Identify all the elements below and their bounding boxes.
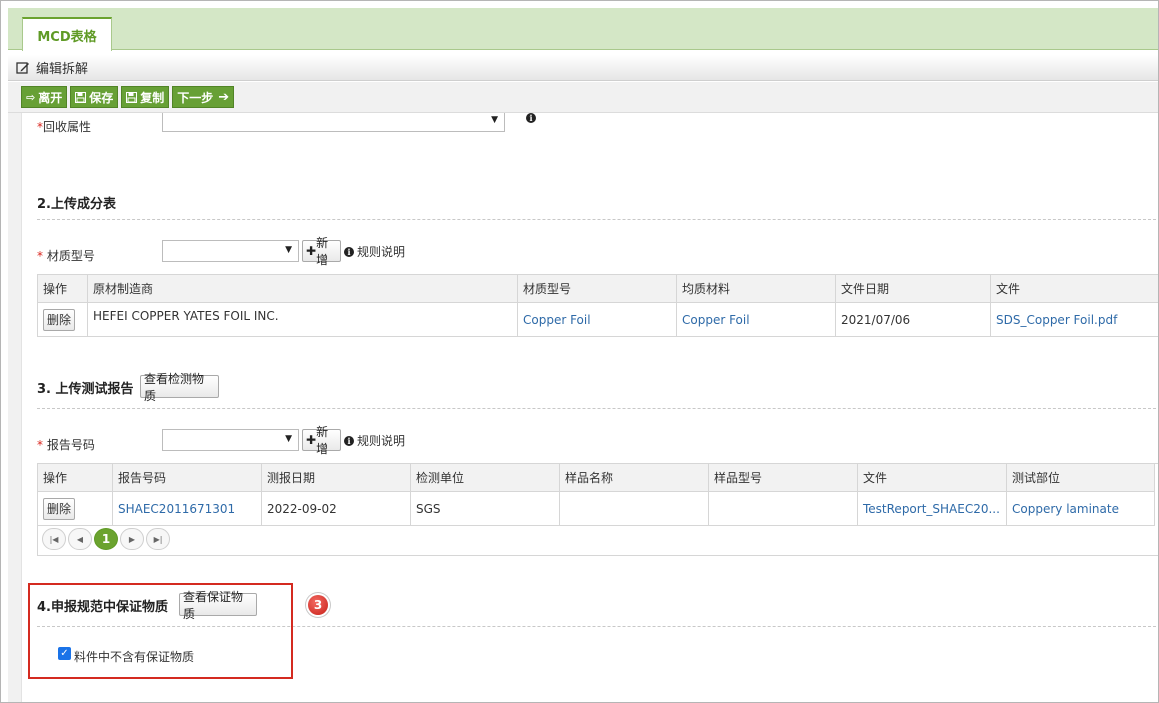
form-content: *回收属性 ▼ i 2.上传成分表 * 材质型号 ▼ ✚ 新增 i 规则说明 操作 <box>21 113 1158 702</box>
col-header: 检测单位 <box>410 463 560 492</box>
leave-button[interactable]: ⇨ 离开 <box>21 86 68 108</box>
report-number-select[interactable]: ▼ <box>162 429 299 451</box>
col-header: 材质型号 <box>517 274 677 303</box>
material-model-link[interactable]: Copper Foil <box>517 302 677 337</box>
recycle-attr-label: *回收属性 <box>37 118 91 135</box>
col-header: 测试部位 <box>1006 463 1155 492</box>
required-mark: * <box>37 249 43 263</box>
toolbar: ⇨ 离开 保存 复制 下一步 ➔ <box>8 82 1158 113</box>
rule-description-link[interactable]: i 规则说明 <box>344 432 405 449</box>
material-model-text: 材质型号 <box>46 249 95 263</box>
plus-icon: ✚ <box>306 244 317 258</box>
arrow-right-icon: ➔ <box>218 89 230 105</box>
col-header: 操作 <box>37 463 113 492</box>
table-header-row: 操作 报告号码 测报日期 检测单位 样品名称 样品型号 文件 测试部位 <box>37 463 1155 492</box>
sign-out-icon: ⇨ <box>26 90 36 104</box>
test-part-link[interactable]: Coppery laminate <box>1006 491 1155 526</box>
section-3-title: 3. 上传测试报告 <box>37 382 134 397</box>
delete-button[interactable]: 删除 <box>43 308 76 331</box>
col-header: 操作 <box>37 274 88 303</box>
test-report-table: 操作 报告号码 测报日期 检测单位 样品名称 样品型号 文件 测试部位 删除 S… <box>37 463 1155 526</box>
sample-model-cell <box>708 491 858 526</box>
next-label: 下一步 <box>177 90 214 105</box>
report-number-label: * 报告号码 <box>37 436 95 453</box>
rule-description-text: 规则说明 <box>357 434 406 448</box>
homogeneous-material-link[interactable]: Copper Foil <box>676 302 836 337</box>
page-number-current[interactable]: 1 <box>94 528 118 550</box>
plus-icon: ✚ <box>306 433 317 447</box>
manufacturer-cell: HEFEI COPPER YATES FOIL INC. <box>87 302 518 337</box>
col-header: 样品名称 <box>559 463 709 492</box>
floppy-icon <box>75 91 87 103</box>
section-divider <box>37 219 1158 220</box>
first-page-icon[interactable]: |◀ <box>42 528 66 550</box>
report-file-link[interactable]: TestReport_SHAEC20... <box>857 491 1007 526</box>
save-button[interactable]: 保存 <box>70 86 119 108</box>
col-header: 文件 <box>857 463 1007 492</box>
tab-bar: MCD表格 <box>8 8 1158 51</box>
add-material-button[interactable]: ✚ 新增 <box>302 236 341 267</box>
section-divider <box>37 408 1158 409</box>
report-number-text: 报告号码 <box>46 438 95 452</box>
table-row: 删除 SHAEC2011671301 2022-09-02 SGS TestRe… <box>37 491 1155 526</box>
rule-description-text: 规则说明 <box>357 245 406 259</box>
dropdown-arrow-icon: ▼ <box>285 245 292 255</box>
tab-mcd-form[interactable]: MCD表格 <box>22 17 112 51</box>
leave-label: 离开 <box>38 90 63 105</box>
add-report-label: 新增 <box>316 425 329 456</box>
col-header: 文件 <box>990 274 1158 303</box>
app-window: MCD表格 编辑拆解 ⇨ 离开 保存 复制 下一步 ➔ *回收属性 ▼ i 2.… <box>0 0 1159 703</box>
copy-label: 复制 <box>140 90 165 105</box>
prev-page-icon[interactable]: ◀ <box>68 528 92 550</box>
col-header: 均质材料 <box>676 274 836 303</box>
panel-title: 编辑拆解 <box>8 55 1158 81</box>
recycle-attr-text: 回收属性 <box>43 120 92 134</box>
action-cell: 删除 <box>37 491 113 526</box>
file-date-cell: 2021/07/06 <box>835 302 991 337</box>
col-header: 原材制造商 <box>87 274 518 303</box>
col-header: 报告号码 <box>112 463 262 492</box>
table-header-row: 操作 原材制造商 材质型号 均质材料 文件日期 文件 <box>37 274 1158 303</box>
required-mark: * <box>37 438 43 452</box>
info-icon[interactable]: i <box>526 113 536 123</box>
file-link[interactable]: SDS_Copper Foil.pdf <box>990 302 1158 337</box>
pagination: |◀ ◀ 1 ▶ ▶| <box>42 528 170 550</box>
add-report-button[interactable]: ✚ 新增 <box>302 425 341 456</box>
lab-cell: SGS <box>410 491 560 526</box>
section-2-title: 2.上传成分表 <box>37 197 116 212</box>
view-tested-substances-button[interactable]: 查看检测物质 <box>140 372 219 403</box>
col-header: 测报日期 <box>261 463 411 492</box>
dropdown-arrow-icon: ▼ <box>285 434 292 444</box>
rule-description-link[interactable]: i 规则说明 <box>344 243 405 260</box>
dropdown-arrow-icon: ▼ <box>491 115 498 125</box>
highlight-box <box>28 583 293 679</box>
action-cell: 删除 <box>37 302 88 337</box>
copy-button[interactable]: 复制 <box>121 86 170 108</box>
info-circle-icon: i <box>344 246 354 257</box>
left-gutter <box>8 113 21 702</box>
delete-button[interactable]: 删除 <box>43 497 76 520</box>
sample-name-cell <box>559 491 709 526</box>
table-row: 删除 HEFEI COPPER YATES FOIL INC. Copper F… <box>37 302 1158 337</box>
save-label: 保存 <box>89 90 114 105</box>
floppy-icon <box>126 91 138 103</box>
last-page-icon[interactable]: ▶| <box>146 528 170 550</box>
col-header: 样品型号 <box>708 463 858 492</box>
material-model-label: * 材质型号 <box>37 247 95 264</box>
next-step-button[interactable]: 下一步 ➔ <box>172 86 235 108</box>
step-badge: 3 <box>308 595 328 615</box>
report-number-link[interactable]: SHAEC2011671301 <box>112 491 262 526</box>
edit-icon <box>16 61 29 74</box>
recycle-attr-select[interactable]: ▼ <box>162 113 505 132</box>
panel-title-text: 编辑拆解 <box>36 62 89 77</box>
material-model-select[interactable]: ▼ <box>162 240 299 262</box>
composition-table: 操作 原材制造商 材质型号 均质材料 文件日期 文件 删除 HEFEI COPP… <box>37 274 1158 337</box>
add-material-label: 新增 <box>316 236 329 267</box>
col-header: 文件日期 <box>835 274 991 303</box>
next-page-icon[interactable]: ▶ <box>120 528 144 550</box>
info-circle-icon: i <box>344 435 354 446</box>
report-date-cell: 2022-09-02 <box>261 491 411 526</box>
